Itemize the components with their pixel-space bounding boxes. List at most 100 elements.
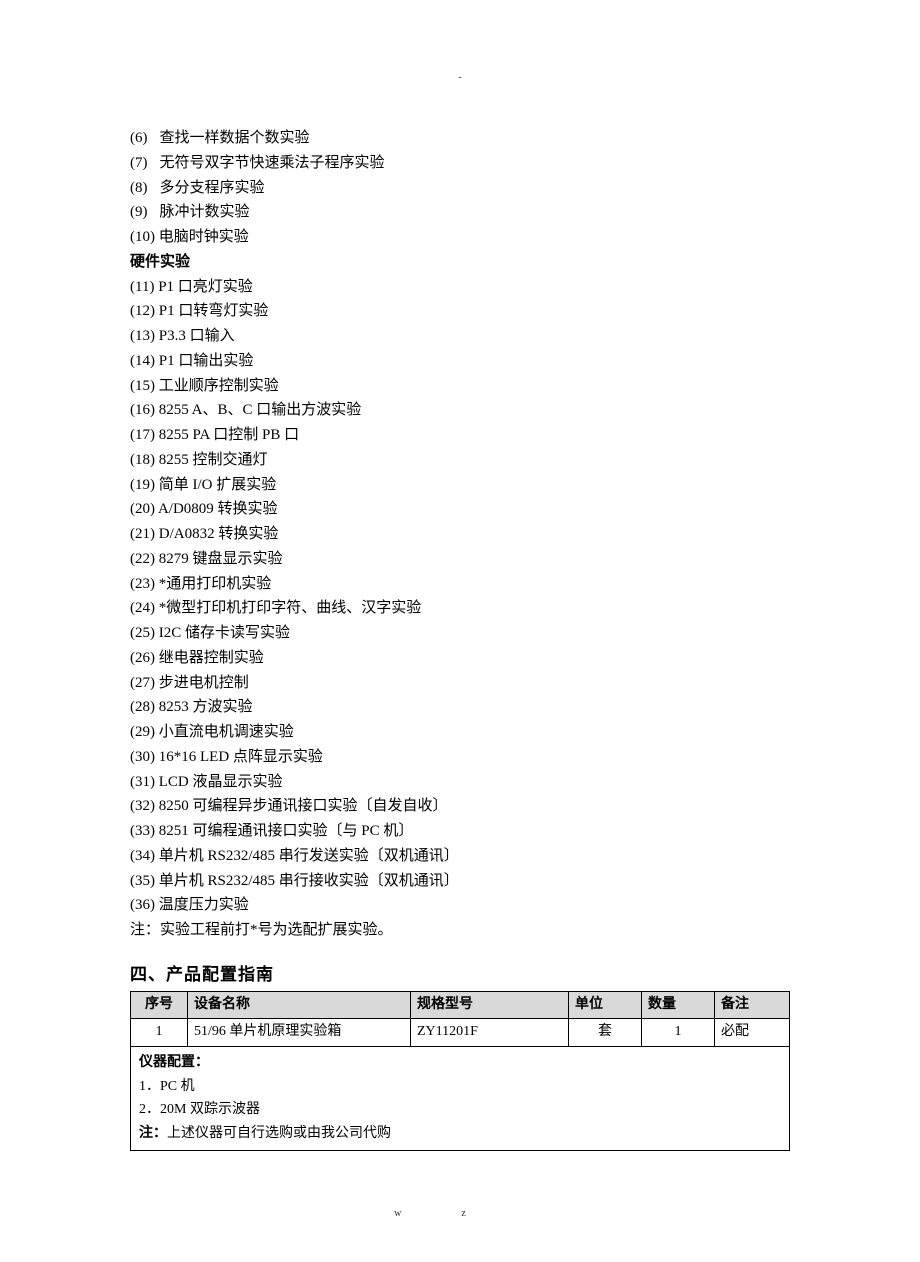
table-row: 1 51/96 单片机原理实验箱 ZY11201F 套 1 必配 bbox=[131, 1019, 790, 1046]
list-item: (19) 简单 I/O 扩展实验 bbox=[130, 473, 790, 498]
td-note: 必配 bbox=[715, 1019, 790, 1046]
list-index: (31) bbox=[130, 774, 155, 790]
config-note: 注：上述仪器可自行选购或由我公司代购 bbox=[139, 1122, 781, 1146]
list-item: (20) A/D0809 转换实验 bbox=[130, 497, 790, 522]
list-text: *微型打印机打印字符、曲线、汉字实验 bbox=[159, 600, 422, 616]
footnote: 注：实验工程前打*号为选配扩展实验。 bbox=[130, 918, 790, 943]
list-text: 单片机 RS232/485 串行发送实验〔双机通讯〕 bbox=[159, 848, 459, 864]
list-text: 工业顺序控制实验 bbox=[159, 378, 279, 394]
list-index: (22) bbox=[130, 551, 155, 567]
list-index: (20) bbox=[130, 501, 155, 517]
hardware-heading: 硬件实验 bbox=[130, 250, 790, 275]
td-unit: 套 bbox=[569, 1019, 642, 1046]
list-index: (17) bbox=[130, 427, 155, 443]
list-text: P1 口输出实验 bbox=[159, 353, 254, 369]
config-note-prefix: 注： bbox=[139, 1126, 167, 1141]
list-text: P1 口亮灯实验 bbox=[158, 279, 253, 295]
th-name: 设备名称 bbox=[188, 991, 411, 1018]
list-index: (32) bbox=[130, 798, 155, 814]
list-index: (27) bbox=[130, 675, 155, 691]
list-item: (29) 小直流电机调速实验 bbox=[130, 720, 790, 745]
software-experiment-list: (6) 查找一样数据个数实验 (7) 无符号双字节快速乘法子程序实验 (8) 多分支程… bbox=[130, 126, 790, 250]
th-qty: 数量 bbox=[642, 991, 715, 1018]
config-line-2: 2．20M 双踪示波器 bbox=[139, 1098, 781, 1122]
list-item: (24) *微型打印机打印字符、曲线、汉字实验 bbox=[130, 596, 790, 621]
list-index: (18) bbox=[130, 452, 155, 468]
list-text: 16*16 LED 点阵显示实验 bbox=[159, 749, 323, 765]
page-footer-mark: wz bbox=[130, 1206, 790, 1222]
list-index: (35) bbox=[130, 873, 155, 889]
list-item: (7) 无符号双字节快速乘法子程序实验 bbox=[130, 151, 790, 176]
list-index: (34) bbox=[130, 848, 155, 864]
list-item: (26) 继电器控制实验 bbox=[130, 646, 790, 671]
list-text: P3.3 口输入 bbox=[159, 328, 235, 344]
list-text: 8279 键盘显示实验 bbox=[159, 551, 283, 567]
list-item: (28) 8253 方波实验 bbox=[130, 695, 790, 720]
list-item: (35) 单片机 RS232/485 串行接收实验〔双机通讯〕 bbox=[130, 869, 790, 894]
list-item: (11) P1 口亮灯实验 bbox=[130, 275, 790, 300]
list-text: 查找一样数据个数实验 bbox=[160, 130, 310, 146]
list-item: (13) P3.3 口输入 bbox=[130, 324, 790, 349]
list-index: (33) bbox=[130, 823, 155, 839]
list-text: 温度压力实验 bbox=[159, 897, 249, 913]
list-index: (19) bbox=[130, 477, 155, 493]
list-text: 多分支程序实验 bbox=[160, 180, 265, 196]
list-item: (8) 多分支程序实验 bbox=[130, 176, 790, 201]
list-item: (9) 脉冲计数实验 bbox=[130, 200, 790, 225]
list-index: (29) bbox=[130, 724, 155, 740]
list-text: 继电器控制实验 bbox=[159, 650, 264, 666]
list-text: 8250 可编程异步通讯接口实验〔自发自收〕 bbox=[159, 798, 448, 814]
list-index: (10) bbox=[130, 229, 155, 245]
list-index: (7) bbox=[130, 155, 148, 171]
list-item: (21) D/A0832 转换实验 bbox=[130, 522, 790, 547]
list-item: (34) 单片机 RS232/485 串行发送实验〔双机通讯〕 bbox=[130, 844, 790, 869]
list-text: 无符号双字节快速乘法子程序实验 bbox=[160, 155, 385, 171]
list-item: (17) 8255 PA 口控制 PB 口 bbox=[130, 423, 790, 448]
list-item: (6) 查找一样数据个数实验 bbox=[130, 126, 790, 151]
list-item: (33) 8251 可编程通讯接口实验〔与 PC 机〕 bbox=[130, 819, 790, 844]
list-index: (12) bbox=[130, 303, 155, 319]
table-config-row: 仪器配置： 1．PC 机 2．20M 双踪示波器 注：上述仪器可自行选购或由我公… bbox=[131, 1046, 790, 1150]
list-text: 8253 方波实验 bbox=[159, 699, 253, 715]
list-text: 小直流电机调速实验 bbox=[159, 724, 294, 740]
list-index: (14) bbox=[130, 353, 155, 369]
list-index: (36) bbox=[130, 897, 155, 913]
list-index: (26) bbox=[130, 650, 155, 666]
list-index: (13) bbox=[130, 328, 155, 344]
list-item: (15) 工业顺序控制实验 bbox=[130, 374, 790, 399]
page-top-mark: - bbox=[130, 70, 790, 86]
list-index: (11) bbox=[130, 279, 154, 295]
th-seq: 序号 bbox=[131, 991, 188, 1018]
th-note: 备注 bbox=[715, 991, 790, 1018]
list-text: 8255 A、B、C 口输出方波实验 bbox=[159, 402, 362, 418]
list-text: 8255 控制交通灯 bbox=[159, 452, 268, 468]
list-text: 简单 I/O 扩展实验 bbox=[159, 477, 277, 493]
th-unit: 单位 bbox=[569, 991, 642, 1018]
list-item: (36) 温度压力实验 bbox=[130, 893, 790, 918]
list-item: (31) LCD 液晶显示实验 bbox=[130, 770, 790, 795]
list-text: 脉冲计数实验 bbox=[160, 204, 250, 220]
th-model: 规格型号 bbox=[411, 991, 569, 1018]
list-item: (32) 8250 可编程异步通讯接口实验〔自发自收〕 bbox=[130, 794, 790, 819]
list-text: A/D0809 转换实验 bbox=[158, 501, 278, 517]
list-index: (6) bbox=[130, 130, 148, 146]
list-text: 8255 PA 口控制 PB 口 bbox=[159, 427, 299, 443]
product-config-table: 序号 设备名称 规格型号 单位 数量 备注 1 51/96 单片机原理实验箱 Z… bbox=[130, 991, 790, 1151]
list-index: (28) bbox=[130, 699, 155, 715]
config-line-1: 1．PC 机 bbox=[139, 1075, 781, 1099]
list-item: (10) 电脑时钟实验 bbox=[130, 225, 790, 250]
document-page: - (6) 查找一样数据个数实验 (7) 无符号双字节快速乘法子程序实验 (8) 多分… bbox=[0, 0, 920, 1262]
list-text: D/A0832 转换实验 bbox=[159, 526, 279, 542]
list-item: (30) 16*16 LED 点阵显示实验 bbox=[130, 745, 790, 770]
table-header-row: 序号 设备名称 规格型号 单位 数量 备注 bbox=[131, 991, 790, 1018]
list-index: (8) bbox=[130, 180, 148, 196]
list-item: (22) 8279 键盘显示实验 bbox=[130, 547, 790, 572]
list-index: (9) bbox=[130, 204, 148, 220]
list-item: (18) 8255 控制交通灯 bbox=[130, 448, 790, 473]
config-title: 仪器配置： bbox=[139, 1051, 781, 1075]
list-text: P1 口转弯灯实验 bbox=[159, 303, 269, 319]
list-text: *通用打印机实验 bbox=[159, 576, 272, 592]
td-name: 51/96 单片机原理实验箱 bbox=[188, 1019, 411, 1046]
list-index: (24) bbox=[130, 600, 155, 616]
list-text: LCD 液晶显示实验 bbox=[159, 774, 283, 790]
